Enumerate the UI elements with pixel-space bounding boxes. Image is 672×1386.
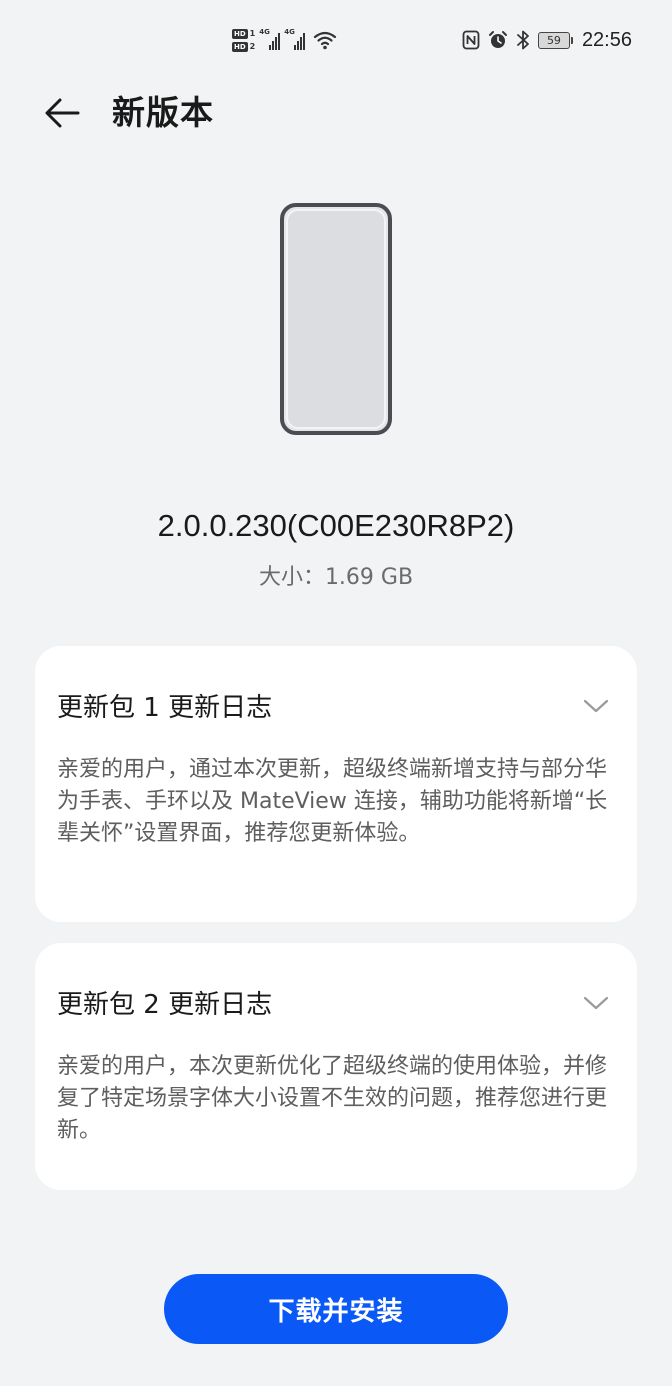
sim2-hd-label: HD xyxy=(232,41,248,52)
back-button[interactable] xyxy=(40,91,84,135)
sim2-hd-badge: HD 2 xyxy=(232,41,256,52)
sim1-hd-label: HD xyxy=(232,28,248,39)
status-bar: HD 1 HD 2 4G 4G 59 22:56 xyxy=(0,0,672,80)
sim2-index: 2 xyxy=(249,41,256,51)
chevron-down-icon[interactable] xyxy=(581,694,611,718)
update-log-title-1: 更新包 1 更新日志 xyxy=(57,693,273,723)
dual-sim-indicator: HD 1 HD 2 xyxy=(232,28,256,52)
phone-illustration xyxy=(280,203,392,435)
update-log-body-2: 亲爱的用户，本次更新优化了超级终端的使用体验，并修复了特定场景字体大小设置不生效… xyxy=(57,1054,608,1143)
bluetooth-icon xyxy=(516,29,530,51)
sim1-index: 1 xyxy=(249,28,256,38)
version-number: 2.0.0.230(C00E230R8P2) xyxy=(157,508,515,543)
alarm-icon xyxy=(488,30,508,50)
package-size: 大小：1.69 GB xyxy=(258,565,414,590)
network-type-sim2: 4G xyxy=(284,28,295,36)
status-bar-right: 59 22:56 xyxy=(462,24,632,56)
phone-screen-illustration xyxy=(286,209,386,429)
page-title: 新版本 xyxy=(112,93,214,132)
battery-icon: 59 xyxy=(537,31,573,49)
update-log-body-1: 亲爱的用户，通过本次更新，超级终端新增支持与部分华为手表、手环以及 MateVi… xyxy=(57,757,608,846)
chevron-down-icon[interactable] xyxy=(581,991,611,1015)
signal-icon-sim2: 4G xyxy=(284,28,306,50)
wifi-icon xyxy=(313,30,337,50)
update-log-card-1[interactable]: 更新包 1 更新日志 亲爱的用户，通过本次更新，超级终端新增支持与部分华为手表、… xyxy=(35,646,637,922)
status-time: 22:56 xyxy=(581,28,632,51)
signal-icon-sim1: 4G xyxy=(259,28,281,50)
network-type-sim1: 4G xyxy=(259,28,270,36)
sim1-hd-badge: HD 1 xyxy=(232,28,256,39)
arrow-left-icon xyxy=(42,97,82,129)
download-and-install-button[interactable]: 下载并安装 xyxy=(164,1274,508,1344)
app-bar: 新版本 xyxy=(0,80,672,146)
status-bar-left: HD 1 HD 2 4G 4G xyxy=(232,22,337,58)
nfc-icon xyxy=(462,30,480,50)
update-log-title-2: 更新包 2 更新日志 xyxy=(57,990,273,1020)
update-log-card-2[interactable]: 更新包 2 更新日志 亲爱的用户，本次更新优化了超级终端的使用体验，并修复了特定… xyxy=(35,943,637,1190)
